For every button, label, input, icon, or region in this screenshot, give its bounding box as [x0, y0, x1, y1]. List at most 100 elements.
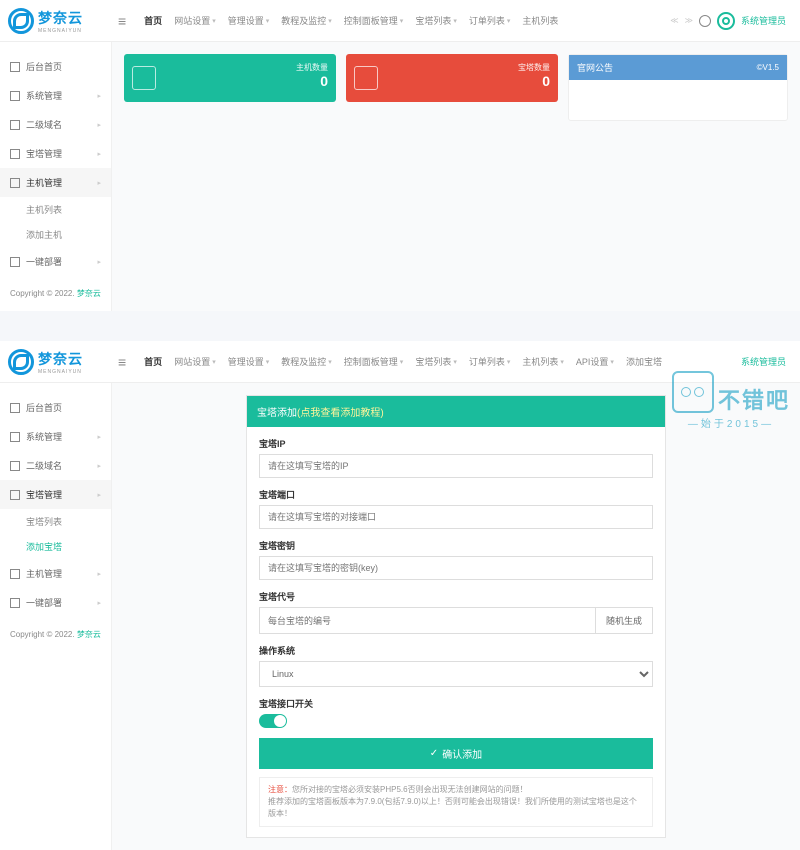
chevron-right-icon: ▸: [97, 150, 101, 158]
menu-icon: [10, 257, 20, 267]
nav-宝塔列表[interactable]: 宝塔列表▾: [409, 14, 463, 27]
sidebar-item-主机管理[interactable]: 主机管理▸: [0, 559, 111, 588]
menu-toggle-icon[interactable]: ≡: [112, 354, 132, 370]
ip-label: 宝塔IP: [259, 437, 653, 450]
copyright-link[interactable]: 梦奈云: [77, 630, 101, 639]
sidebar-label: 系统管理: [26, 89, 62, 102]
tutorial-link[interactable]: (点我查看添加教程): [297, 408, 384, 419]
sidebar-item-宝塔管理[interactable]: 宝塔管理▸: [0, 480, 111, 509]
chevron-down-icon: ▾: [266, 358, 270, 366]
nav-管理设置[interactable]: 管理设置▾: [222, 355, 276, 368]
nav-next-icon[interactable]: ≫: [685, 16, 693, 25]
menu-icon: [10, 91, 20, 101]
bt-icon: [354, 66, 378, 90]
sidebar-sub-主机列表[interactable]: 主机列表: [0, 197, 111, 222]
admin-link[interactable]: 系统管理员: [741, 355, 786, 368]
header-right: 系统管理员: [699, 12, 792, 30]
sidebar-item-后台首页[interactable]: 后台首页: [0, 52, 111, 81]
chevron-down-icon: ▾: [400, 358, 404, 366]
form-note: 注意：您所对接的宝塔必须安装PHP5.6否则会出现无法创建网站的问题！ 推荐添加…: [259, 777, 653, 827]
chevron-right-icon: ▸: [97, 121, 101, 129]
chevron-down-icon: ▾: [507, 17, 511, 25]
header: 梦奈云 MENGNAIYUN ≡ 首页网站设置▾管理设置▾教程及监控▾控制面板管…: [0, 0, 800, 42]
main-form: 宝塔添加(点我查看添加教程) 宝塔IP 宝塔端口 宝塔密钥: [112, 383, 800, 850]
chevron-down-icon: ▾: [212, 358, 216, 366]
menu-icon: [10, 432, 20, 442]
os-select[interactable]: Linux: [259, 661, 653, 687]
api-switch[interactable]: [259, 714, 287, 728]
app-add-bt: 不错吧 —始于2015— 梦奈云 MENGNAIYUN ≡ 首页网站设置▾管理设…: [0, 341, 800, 850]
logo[interactable]: 梦奈云 MENGNAIYUN: [8, 349, 112, 375]
nav-宝塔列表[interactable]: 宝塔列表▾: [409, 355, 463, 368]
nav-API设置[interactable]: API设置▾: [570, 355, 620, 368]
form-title: 宝塔添加(点我查看添加教程): [247, 396, 665, 427]
sidebar-item-系统管理[interactable]: 系统管理▸: [0, 81, 111, 110]
nav-首页[interactable]: 首页: [138, 355, 168, 368]
sidebar-item-二级域名[interactable]: 二级域名 ▸: [0, 451, 111, 480]
code-input[interactable]: [259, 607, 596, 634]
sidebar-label: 二级域名: [26, 459, 62, 472]
nav-主机列表[interactable]: 主机列表: [516, 14, 564, 27]
nav-首页[interactable]: 首页: [138, 14, 168, 27]
nav-控制面板管理[interactable]: 控制面板管理▾: [338, 355, 410, 368]
chevron-down-icon: ▾: [453, 358, 457, 366]
notice-body: [569, 80, 787, 120]
sidebar-item-一键部署[interactable]: 一键部署 ▸: [0, 247, 111, 276]
sidebar-sub-宝塔列表[interactable]: 宝塔列表: [0, 509, 111, 534]
sidebar-item-二级域名[interactable]: 二级域名▸: [0, 110, 111, 139]
nav-添加宝塔[interactable]: 添加宝塔: [620, 355, 668, 368]
sidebar-item-系统管理[interactable]: 系统管理▸: [0, 422, 111, 451]
menu-toggle-icon[interactable]: ≡: [112, 13, 132, 29]
sidebar-sub-添加宝塔[interactable]: 添加宝塔: [0, 534, 111, 559]
avatar[interactable]: [717, 12, 735, 30]
random-gen-button[interactable]: 随机生成: [596, 607, 653, 634]
form-panel: 宝塔添加(点我查看添加教程) 宝塔IP 宝塔端口 宝塔密钥: [246, 395, 666, 838]
submit-button[interactable]: ✓确认添加: [259, 738, 653, 769]
logo[interactable]: 梦奈云 MENGNAIYUN: [8, 8, 112, 34]
brand-sub: MENGNAIYUN: [38, 28, 83, 34]
menu-icon: [10, 62, 20, 72]
menu-icon: [10, 490, 20, 500]
nav-管理设置[interactable]: 管理设置▾: [222, 14, 276, 27]
nav-教程及监控[interactable]: 教程及监控▾: [275, 355, 338, 368]
ip-input[interactable]: [259, 454, 653, 478]
sidebar-sub-添加主机[interactable]: 添加主机: [0, 222, 111, 247]
chevron-right-icon: ▸: [97, 258, 101, 266]
sidebar-item-后台首页[interactable]: 后台首页: [0, 393, 111, 422]
check-icon: ✓: [430, 748, 438, 759]
nav-订单列表[interactable]: 订单列表▾: [463, 355, 517, 368]
copyright: Copyright © 2022. 梦奈云: [0, 276, 111, 311]
nav-教程及监控[interactable]: 教程及监控▾: [275, 14, 338, 27]
nav-网站设置[interactable]: 网站设置▾: [168, 355, 222, 368]
menu-icon: [10, 149, 20, 159]
copyright-link[interactable]: 梦奈云: [77, 289, 101, 298]
chevron-down-icon: ▾: [453, 17, 457, 25]
key-input[interactable]: [259, 556, 653, 580]
nav-订单列表[interactable]: 订单列表▾: [463, 14, 517, 27]
host-label: 主机数量: [296, 62, 328, 73]
brand-name: 梦奈云: [38, 8, 83, 28]
nav-prev-icon[interactable]: ≪: [670, 16, 678, 25]
switch-label: 宝塔接口开关: [259, 697, 653, 710]
host-icon: [132, 66, 156, 90]
bt-count-card[interactable]: 宝塔数量 0: [346, 54, 558, 102]
globe-icon[interactable]: [699, 15, 711, 27]
sidebar-label: 一键部署: [26, 255, 62, 268]
sidebar-item-一键部署[interactable]: 一键部署▸: [0, 588, 111, 617]
copyright: Copyright © 2022. 梦奈云: [0, 617, 111, 652]
sidebar-label: 一键部署: [26, 596, 62, 609]
nav-控制面板管理[interactable]: 控制面板管理▾: [338, 14, 410, 27]
chevron-right-icon: ▸: [97, 433, 101, 441]
logo-icon: [8, 349, 34, 375]
sidebar: 后台首页系统管理▸二级域名▸宝塔管理▸主机管理▸主机列表添加主机一键部署▸Cop…: [0, 42, 112, 311]
port-input[interactable]: [259, 505, 653, 529]
sidebar-item-主机管理[interactable]: 主机管理▸: [0, 168, 111, 197]
header-right: 系统管理员: [741, 355, 792, 368]
top-nav: 首页网站设置▾管理设置▾教程及监控▾控制面板管理▾宝塔列表▾订单列表▾主机列表▾…: [138, 355, 741, 368]
nav-网站设置[interactable]: 网站设置▾: [168, 14, 222, 27]
sidebar-item-宝塔管理[interactable]: 宝塔管理▸: [0, 139, 111, 168]
admin-link[interactable]: 系统管理员: [741, 14, 786, 27]
nav-主机列表[interactable]: 主机列表▾: [516, 355, 570, 368]
chevron-right-icon: ▸: [97, 462, 101, 470]
host-count-card[interactable]: 主机数量 0: [124, 54, 336, 102]
